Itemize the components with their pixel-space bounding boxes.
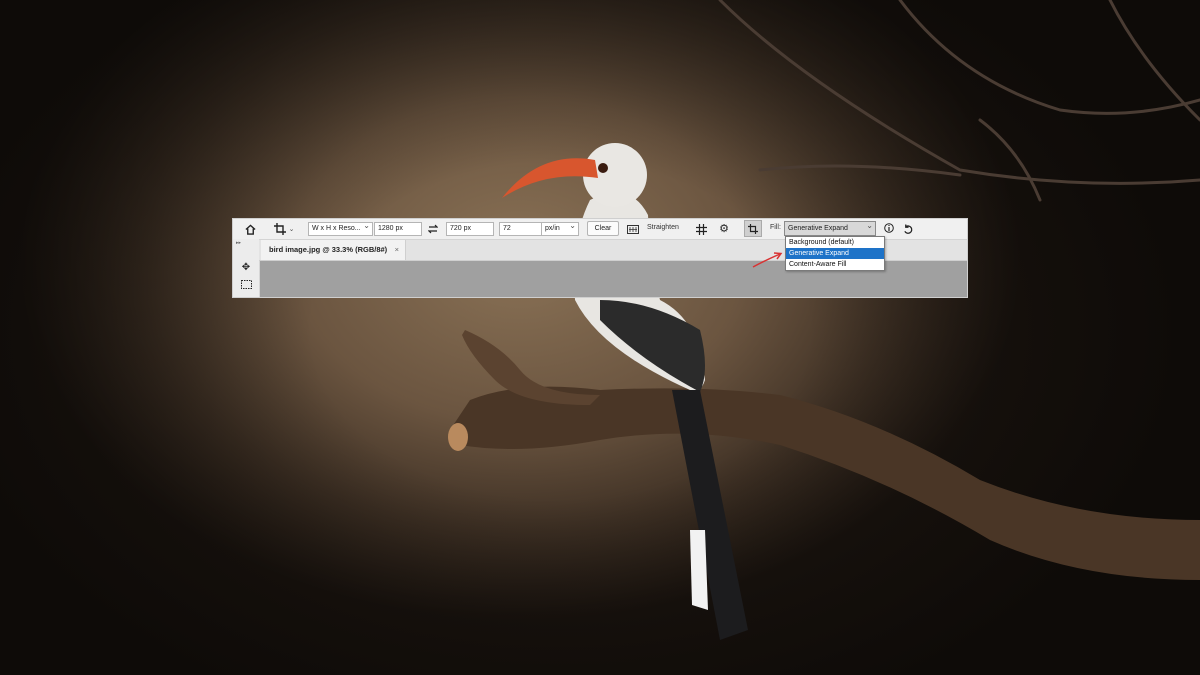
fill-select-value: Generative Expand bbox=[788, 225, 848, 232]
reset-icon[interactable] bbox=[901, 222, 915, 236]
marquee-tool-icon[interactable] bbox=[238, 277, 254, 291]
fill-option-background[interactable]: Background (default) bbox=[786, 237, 884, 248]
gear-icon[interactable]: ⚙ bbox=[717, 222, 731, 236]
fill-select[interactable]: Generative Expand bbox=[784, 221, 876, 236]
close-tab-icon[interactable]: × bbox=[395, 240, 399, 260]
fill-option-generative-expand[interactable]: Generative Expand bbox=[786, 248, 884, 259]
clear-button[interactable]: Clear bbox=[587, 221, 619, 236]
resolution-input[interactable]: 72 bbox=[499, 222, 542, 236]
bird-illustration bbox=[448, 0, 1200, 640]
width-value: 1280 px bbox=[378, 225, 403, 232]
background-photo bbox=[0, 0, 1200, 675]
ratio-preset-value: W x H x Reso... bbox=[312, 225, 361, 232]
home-icon[interactable] bbox=[243, 222, 257, 236]
tools-panel: ▸▸ ✥ bbox=[233, 239, 260, 297]
fill-dropdown-list: Background (default) Generative Expand C… bbox=[785, 236, 885, 271]
straighten-label[interactable]: Straighten bbox=[647, 224, 679, 231]
document-tab[interactable]: bird image.jpg @ 33.3% (RGB/8#) × bbox=[261, 240, 406, 260]
clear-label: Clear bbox=[594, 225, 612, 232]
swap-arrows-icon[interactable] bbox=[427, 223, 439, 235]
document-tab-title: bird image.jpg @ 33.3% (RGB/8#) bbox=[269, 245, 388, 254]
height-value: 720 px bbox=[450, 225, 472, 232]
ratio-preset-select[interactable]: W x H x Reso... bbox=[308, 222, 373, 236]
height-input[interactable]: 720 px bbox=[446, 222, 494, 236]
move-tool-icon[interactable]: ✥ bbox=[238, 261, 254, 275]
annotation-arrow-icon bbox=[752, 252, 783, 268]
info-icon[interactable] bbox=[883, 222, 895, 234]
resolution-value: 72 bbox=[503, 225, 511, 232]
fill-option-content-aware[interactable]: Content-Aware Fill bbox=[786, 259, 884, 270]
level-icon[interactable] bbox=[626, 223, 640, 235]
panel-collapse-icon[interactable]: ▸▸ bbox=[236, 240, 241, 246]
resolution-unit-value: px/in bbox=[545, 225, 560, 232]
grid-overlay-icon[interactable] bbox=[694, 222, 708, 236]
width-input[interactable]: 1280 px bbox=[374, 222, 422, 236]
resolution-unit-select[interactable]: px/in bbox=[541, 222, 579, 236]
fill-label: Fill: bbox=[770, 224, 781, 231]
chevron-down-icon: ⌄ bbox=[288, 225, 295, 233]
crop-icon[interactable]: ⌄ bbox=[271, 222, 297, 236]
crop-fill-icon[interactable] bbox=[744, 220, 762, 237]
